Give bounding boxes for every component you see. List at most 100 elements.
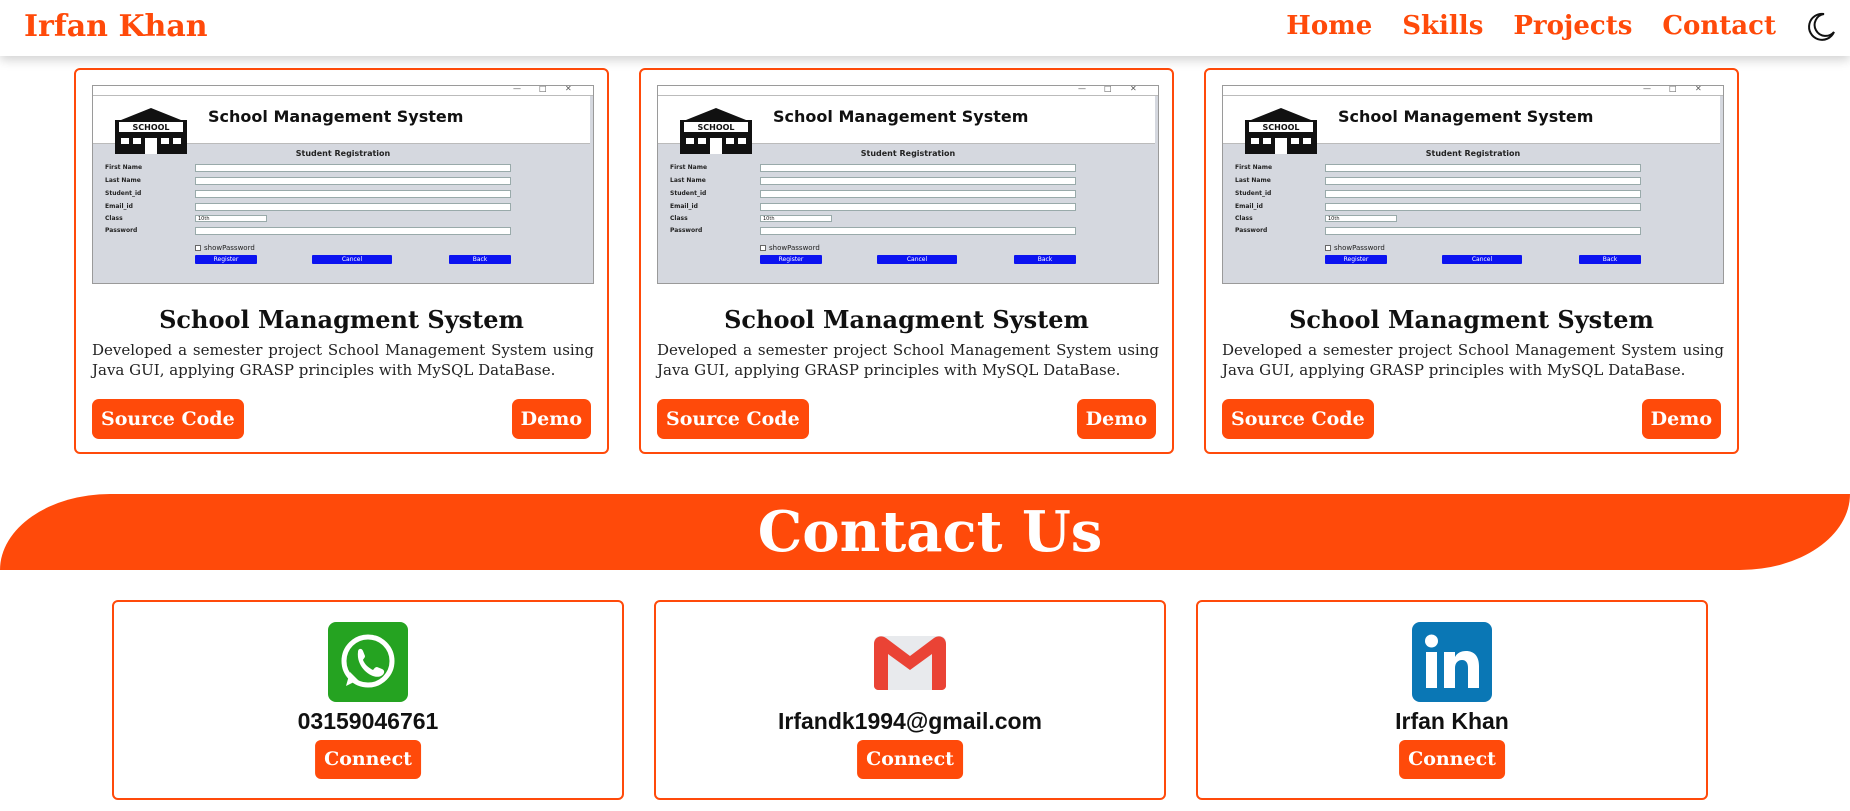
app-title: School Management System	[208, 107, 464, 126]
navbar: Irfan Khan Home Skills Projects Contact	[0, 0, 1850, 56]
app-header: SCHOOL School Management System	[93, 96, 590, 154]
field-label: Student_id	[105, 190, 142, 197]
field-label: Last Name	[1235, 177, 1271, 184]
cancel-button: Cancel	[877, 255, 957, 264]
source-code-button[interactable]: Source Code	[1222, 399, 1374, 439]
field-label: Password	[670, 227, 703, 234]
field-input	[195, 164, 511, 172]
school-building-icon: SCHOOL	[115, 108, 187, 154]
moon-icon[interactable]	[1804, 10, 1838, 44]
project-description: Developed a semester project School Mana…	[1222, 341, 1724, 379]
nav-home[interactable]: Home	[1286, 11, 1372, 41]
source-code-button[interactable]: Source Code	[92, 399, 244, 439]
contact-card-email: Irfandk1994@gmail.com Connect	[654, 600, 1166, 800]
contact-card-whatsapp: 03159046761 Connect	[112, 600, 624, 800]
field-input	[1325, 203, 1641, 211]
project-title: School Managment System	[159, 305, 524, 334]
school-logo-text: SCHOOL	[132, 123, 169, 132]
form-title: Student Registration	[1425, 149, 1521, 158]
whatsapp-icon	[328, 622, 408, 702]
field-label: Class	[1235, 215, 1253, 222]
field-label: Last Name	[105, 177, 141, 184]
back-button: Back	[449, 255, 511, 264]
whatsapp-connect-button[interactable]: Connect	[315, 740, 421, 779]
project-description: Developed a semester project School Mana…	[657, 341, 1159, 379]
school-logo-text: SCHOOL	[1262, 123, 1299, 132]
field-label: Class	[670, 215, 688, 222]
checkbox-label: showPassword	[204, 244, 255, 252]
window-titlebar: — □ ✕	[93, 86, 593, 96]
project-screenshot: — □ ✕ SCHOOL School Management System St…	[657, 85, 1159, 284]
nav-skills[interactable]: Skills	[1402, 11, 1483, 41]
minimize-icon: —	[1078, 85, 1086, 93]
back-button: Back	[1579, 255, 1641, 264]
field-label: First Name	[670, 164, 708, 171]
email-connect-button[interactable]: Connect	[857, 740, 963, 779]
field-label: First Name	[105, 164, 143, 171]
nav-projects[interactable]: Projects	[1513, 11, 1632, 41]
close-icon: ✕	[565, 85, 572, 93]
maximize-icon: □	[1104, 85, 1112, 93]
field-label: Student_id	[670, 190, 707, 197]
project-title: School Managment System	[724, 305, 1089, 334]
linkedin-name: Irfan Khan	[1395, 708, 1509, 734]
field-input	[1325, 190, 1641, 198]
close-icon: ✕	[1695, 85, 1702, 93]
nav-links: Home Skills Projects Contact	[1286, 11, 1776, 41]
field-label: Password	[105, 227, 138, 234]
projects-section: — □ ✕ SCHOOL School Management System St…	[74, 68, 1739, 454]
field-input	[195, 203, 511, 211]
window-titlebar: — □ ✕	[1223, 86, 1723, 96]
demo-button[interactable]: Demo	[1076, 399, 1156, 439]
field-label: Password	[1235, 227, 1268, 234]
register-button: Register	[1325, 255, 1387, 264]
checkbox-label: showPassword	[769, 244, 820, 252]
field-label: Email_id	[1235, 203, 1263, 210]
field-input	[760, 203, 1076, 211]
field-input	[760, 164, 1076, 172]
project-screenshot: — □ ✕ SCHOOL School Management System St…	[92, 85, 594, 284]
field-input	[195, 190, 511, 198]
app-title: School Management System	[1338, 107, 1594, 126]
cancel-button: Cancel	[1442, 255, 1522, 264]
field-input	[1325, 227, 1641, 235]
app-header: SCHOOL School Management System	[1223, 96, 1720, 154]
demo-button[interactable]: Demo	[1641, 399, 1721, 439]
email-address: Irfandk1994@gmail.com	[777, 708, 1043, 734]
minimize-icon: —	[1643, 85, 1651, 93]
project-screenshot: — □ ✕ SCHOOL School Management System St…	[1222, 85, 1724, 284]
field-label: Email_id	[105, 203, 133, 210]
contact-cards: 03159046761 Connect Irfandk1994@gmail.co…	[112, 600, 1708, 800]
project-description: Developed a semester project School Mana…	[92, 341, 594, 379]
close-icon: ✕	[1130, 85, 1137, 93]
app-header: SCHOOL School Management System	[658, 96, 1155, 154]
form-title: Student Registration	[295, 149, 391, 158]
class-select: 10th	[195, 215, 267, 222]
show-password-checkbox: showPassword	[195, 244, 255, 252]
class-select: 10th	[760, 215, 832, 222]
field-input	[195, 177, 511, 185]
brand-logo[interactable]: Irfan Khan	[24, 9, 208, 44]
checkbox-label: showPassword	[1334, 244, 1385, 252]
contact-card-linkedin: Irfan Khan Connect	[1196, 600, 1708, 800]
field-input	[760, 177, 1076, 185]
field-input	[760, 190, 1076, 198]
project-title: School Managment System	[1289, 305, 1654, 334]
school-logo-text: SCHOOL	[697, 123, 734, 132]
field-label: Class	[105, 215, 123, 222]
maximize-icon: □	[1669, 85, 1677, 93]
contact-heading: Contact Us	[757, 499, 1103, 565]
show-password-checkbox: showPassword	[760, 244, 820, 252]
window-titlebar: — □ ✕	[658, 86, 1158, 96]
phone-number: 03159046761	[297, 708, 439, 734]
nav-contact[interactable]: Contact	[1662, 11, 1776, 41]
field-input	[1325, 177, 1641, 185]
demo-button[interactable]: Demo	[511, 399, 591, 439]
school-building-icon: SCHOOL	[1245, 108, 1317, 154]
linkedin-connect-button[interactable]: Connect	[1399, 740, 1505, 779]
source-code-button[interactable]: Source Code	[657, 399, 809, 439]
register-button: Register	[760, 255, 822, 264]
class-select: 10th	[1325, 215, 1397, 222]
field-label: Email_id	[670, 203, 698, 210]
linkedin-icon	[1412, 622, 1492, 702]
